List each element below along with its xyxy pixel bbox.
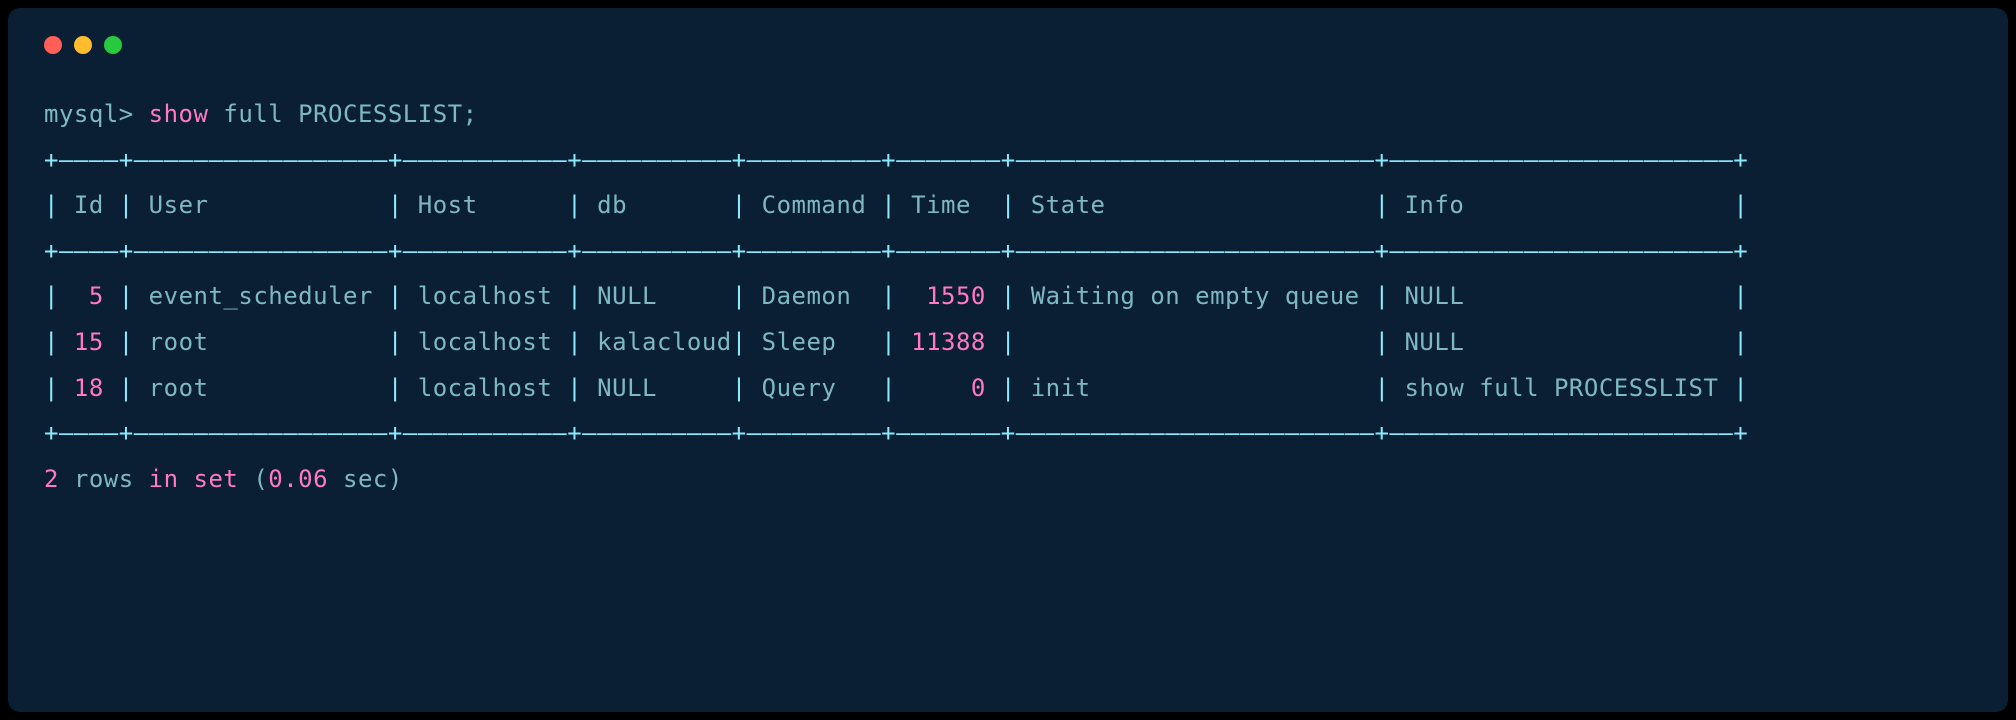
table-pipe: | — [388, 282, 418, 310]
sql-semicolon: ; — [463, 100, 478, 128]
cell-command: Sleep — [762, 328, 882, 356]
footer-set: set — [194, 465, 239, 493]
table-pipe: | — [1001, 328, 1031, 356]
cell-host: localhost — [418, 328, 568, 356]
cell-state: Waiting on empty queue — [1031, 282, 1375, 310]
table-pipe: | — [119, 282, 149, 310]
cell-state — [1031, 328, 1375, 356]
table-pipe: | — [881, 191, 911, 219]
table-pipe: | — [1733, 282, 1748, 310]
table-pipe: | — [1733, 191, 1748, 219]
table-pipe: | — [1375, 191, 1405, 219]
cell-info: show full PROCESSLIST — [1404, 374, 1733, 402]
col-header-info: Info — [1404, 191, 1733, 219]
table-pipe: | — [1001, 282, 1031, 310]
maximize-button[interactable] — [104, 36, 122, 54]
table-pipe: | — [732, 191, 762, 219]
cell-command: Daemon — [762, 282, 882, 310]
cell-id: 18 — [74, 374, 119, 402]
cell-time: 1550 — [911, 282, 1001, 310]
col-header-id: Id — [74, 191, 119, 219]
table-pipe: | — [732, 282, 762, 310]
window-controls — [44, 36, 1972, 54]
cell-id: 5 — [74, 282, 119, 310]
terminal-content: mysql> show full PROCESSLIST; +————+————… — [44, 92, 1972, 502]
cell-db: NULL — [597, 374, 732, 402]
table-pipe: | — [567, 191, 597, 219]
table-pipe: | — [388, 191, 418, 219]
table-pipe: | — [388, 374, 418, 402]
col-header-user: User — [149, 191, 388, 219]
cell-host: localhost — [418, 282, 568, 310]
table-pipe: | — [1733, 374, 1748, 402]
footer-rows-count: 2 — [44, 465, 59, 493]
footer-paren: ( — [238, 465, 268, 493]
footer-space — [179, 465, 194, 493]
table-pipe: | — [881, 374, 911, 402]
table-pipe: | — [119, 374, 149, 402]
cell-host: localhost — [418, 374, 568, 402]
cell-info: NULL — [1404, 282, 1733, 310]
col-header-db: db — [597, 191, 732, 219]
sql-word-processlist: PROCESSLIST — [298, 100, 462, 128]
cell-info: NULL — [1404, 328, 1733, 356]
col-header-host: Host — [418, 191, 568, 219]
col-header-state: State — [1031, 191, 1375, 219]
close-button[interactable] — [44, 36, 62, 54]
table-pipe: | — [119, 191, 149, 219]
cell-id: 15 — [74, 328, 119, 356]
minimize-button[interactable] — [74, 36, 92, 54]
footer-in: in — [149, 465, 179, 493]
table-border: +————+—————————————————+———————————+————… — [44, 237, 1748, 265]
cell-user: root — [149, 328, 388, 356]
table-border: +————+—————————————————+———————————+————… — [44, 146, 1748, 174]
col-header-command: Command — [762, 191, 882, 219]
table-pipe: | — [732, 328, 762, 356]
cell-command: Query — [762, 374, 882, 402]
table-pipe: | — [119, 328, 149, 356]
table-pipe: | — [1733, 328, 1748, 356]
cell-state: init — [1031, 374, 1375, 402]
table-pipe: | — [567, 282, 597, 310]
table-pipe: | — [388, 328, 418, 356]
table-pipe: | — [1375, 328, 1405, 356]
table-pipe: | — [44, 374, 74, 402]
table-border: +————+—————————————————+———————————+————… — [44, 419, 1748, 447]
table-pipe: | — [881, 328, 911, 356]
col-header-time: Time — [911, 191, 1001, 219]
table-pipe: | — [1375, 282, 1405, 310]
footer-time: 0.06 — [268, 465, 328, 493]
terminal-window: mysql> show full PROCESSLIST; +————+————… — [8, 8, 2008, 712]
cell-db: kalacloud — [597, 328, 732, 356]
table-pipe: | — [567, 328, 597, 356]
table-pipe: | — [1001, 191, 1031, 219]
table-pipe: | — [881, 282, 911, 310]
cell-time: 0 — [911, 374, 1001, 402]
cell-db: NULL — [597, 282, 732, 310]
cell-user: event_scheduler — [149, 282, 388, 310]
footer-rows-text: rows — [59, 465, 149, 493]
mysql-prompt: mysql> — [44, 100, 149, 128]
table-pipe: | — [1375, 374, 1405, 402]
cell-user: root — [149, 374, 388, 402]
cell-time: 11388 — [911, 328, 1001, 356]
table-pipe: | — [44, 282, 74, 310]
table-pipe: | — [44, 328, 74, 356]
sql-keyword-show: show — [149, 100, 209, 128]
table-pipe: | — [567, 374, 597, 402]
sql-word-full: full — [208, 100, 298, 128]
table-pipe: | — [1001, 374, 1031, 402]
table-pipe: | — [44, 191, 74, 219]
table-pipe: | — [732, 374, 762, 402]
footer-sec: sec) — [328, 465, 403, 493]
